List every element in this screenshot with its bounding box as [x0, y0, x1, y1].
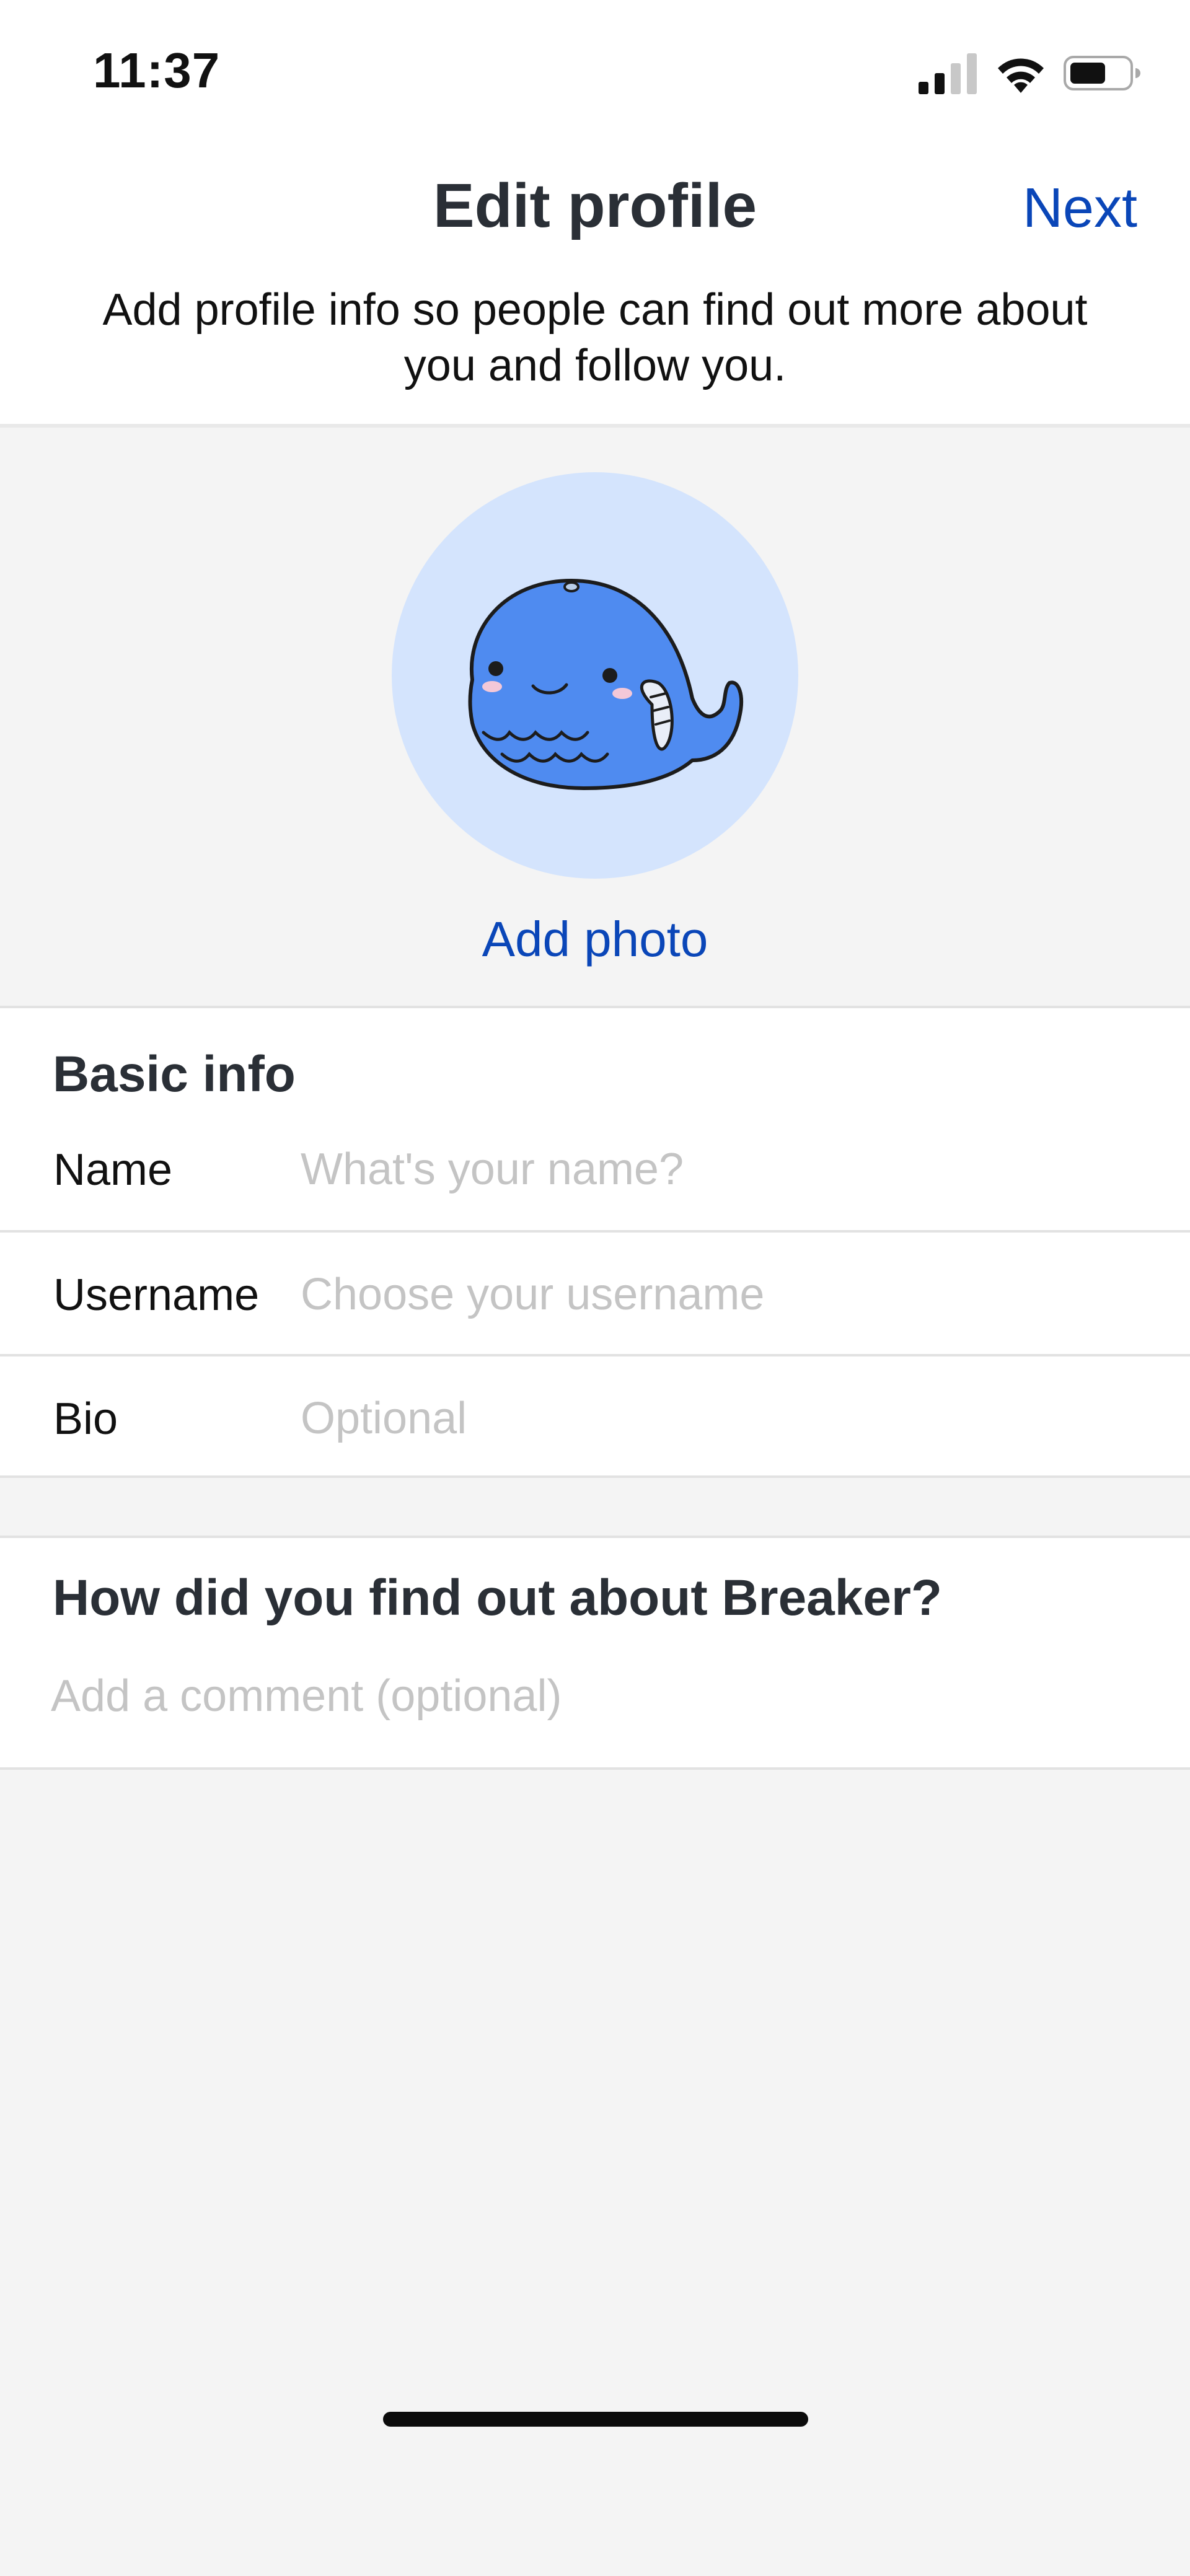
username-row: Username — [0, 1233, 1190, 1356]
bio-input[interactable] — [301, 1384, 1144, 1453]
battery-icon — [1064, 56, 1140, 90]
avatar[interactable] — [392, 472, 798, 879]
username-label: Username — [53, 1270, 260, 1320]
name-row: Name — [0, 1107, 1190, 1231]
next-button[interactable]: Next — [1023, 177, 1137, 240]
home-indicator[interactable] — [383, 2412, 808, 2427]
status-time: 11:37 — [93, 43, 221, 98]
add-photo-link[interactable]: Add photo — [0, 911, 1190, 968]
referral-section: How did you find out about Breaker? — [0, 1536, 1190, 1770]
divider — [0, 424, 1190, 428]
status-icons — [917, 52, 1140, 95]
cellular-signal-icon — [919, 53, 977, 94]
wifi-icon — [998, 58, 1044, 93]
basic-info-heading: Basic info — [53, 1046, 296, 1102]
whale-avatar-icon — [468, 579, 743, 790]
name-input[interactable] — [301, 1135, 1144, 1203]
referral-heading: How did you find out about Breaker? — [53, 1570, 942, 1626]
page-subtitle: Add profile info so people can find out … — [102, 285, 1088, 390]
status-bar: 11:37 — [0, 0, 1190, 143]
username-input[interactable] — [301, 1260, 1144, 1329]
top-panel: 11:37 Edit profile Next Add profile info… — [0, 0, 1190, 428]
name-label: Name — [53, 1145, 173, 1195]
bio-label: Bio — [53, 1394, 118, 1444]
bio-row: Bio — [0, 1356, 1190, 1480]
basic-info-section: Basic info Name Username Bio — [0, 1006, 1190, 1478]
referral-comment-input[interactable] — [51, 1662, 1142, 1730]
page-title: Edit profile — [433, 171, 757, 240]
